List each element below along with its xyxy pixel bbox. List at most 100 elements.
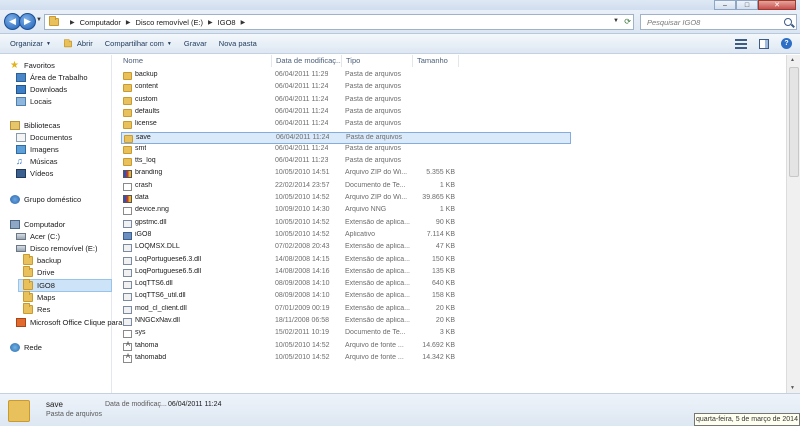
recent-pages-dropdown[interactable]: ▼ bbox=[36, 17, 42, 23]
file-row[interactable]: LoqTTS6_util.dll 08/09/2008 14:10 Extensão… bbox=[121, 291, 571, 303]
file-name: tts_loq bbox=[135, 157, 156, 165]
file-row[interactable]: LOQMSX.DLL 07/02/2008 20:43 Extensão de ap… bbox=[121, 242, 571, 254]
share-with-button[interactable]: Compartilhar com ▼ bbox=[99, 34, 178, 54]
file-row[interactable]: iGO8 10/05/2010 14:52 Aplicativo 7.114 KB bbox=[121, 230, 571, 242]
chevron-right-icon[interactable]: ▶ bbox=[241, 19, 246, 26]
file-row[interactable]: crash 22/02/2014 23:57 Documento de Te... 1… bbox=[121, 181, 571, 193]
chevron-down-icon[interactable]: ▼ bbox=[613, 18, 619, 24]
breadcrumb-drive-e[interactable]: Disco removível (E:) bbox=[136, 18, 204, 27]
search-input[interactable] bbox=[647, 17, 777, 27]
nav-folder-drive[interactable]: Drive bbox=[22, 266, 55, 277]
file-date: 06/04/2011 11:23 bbox=[275, 157, 329, 165]
file-row[interactable]: sys 15/02/2011 10:19 Documento de Te... 3 K… bbox=[121, 328, 571, 340]
nav-folder-maps[interactable]: Maps bbox=[22, 291, 55, 302]
nav-folder-backup[interactable]: backup bbox=[22, 254, 61, 265]
column-divider[interactable] bbox=[341, 55, 342, 67]
file-row[interactable]: custom 06/04/2011 11:24 Pasta de arquivos bbox=[121, 95, 571, 107]
file-row[interactable]: content 06/04/2011 11:24 Pasta de arquivos bbox=[121, 82, 571, 94]
chevron-right-icon[interactable]: ▶ bbox=[208, 19, 213, 26]
scroll-thumb[interactable] bbox=[789, 67, 799, 177]
file-row[interactable]: tts_loq 06/04/2011 11:23 Pasta de arquivos bbox=[121, 156, 571, 168]
nav-favorites[interactable]: ★ Favoritos bbox=[10, 61, 55, 71]
refresh-icon[interactable]: ⟳ bbox=[624, 17, 631, 26]
close-button[interactable]: ✕ bbox=[758, 0, 796, 10]
column-header-size[interactable]: Tamanho bbox=[417, 56, 448, 65]
file-size: 135 KB bbox=[432, 267, 455, 275]
chevron-right-icon[interactable]: ▶ bbox=[70, 19, 75, 26]
nav-folder-igo8[interactable]: IGO8 bbox=[18, 279, 112, 292]
file-row[interactable]: branding 10/05/2010 14:51 Arquivo ZIP do W… bbox=[121, 168, 571, 180]
nav-downloads[interactable]: Downloads bbox=[16, 85, 67, 94]
file-size: 5.355 KB bbox=[426, 169, 455, 177]
nav-drive-e[interactable]: Disco removível (E:) bbox=[16, 244, 98, 253]
file-row[interactable]: tahomabd 10/05/2010 14:52 Arquivo de fonte… bbox=[121, 353, 571, 365]
file-row[interactable]: data 10/05/2010 14:52 Arquivo ZIP do Wi...… bbox=[121, 193, 571, 205]
file-row[interactable]: backup 06/04/2011 11:29 Pasta de arquivos bbox=[121, 70, 571, 82]
file-row[interactable]: defaults 06/04/2011 11:24 Pasta de arquivo… bbox=[121, 107, 571, 119]
nav-computer[interactable]: Computador bbox=[10, 220, 65, 229]
burn-button[interactable]: Gravar bbox=[178, 34, 213, 54]
folder-icon bbox=[123, 158, 132, 167]
nav-drive-c[interactable]: Acer (C:) bbox=[16, 232, 60, 241]
file-row[interactable]: save 06/04/2011 11:24 Pasta de arquivos bbox=[121, 131, 571, 144]
search-icon[interactable] bbox=[784, 18, 792, 26]
file-date: 15/02/2011 10:19 bbox=[275, 329, 329, 337]
nav-folder-res[interactable]: Res bbox=[22, 303, 50, 314]
breadcrumb-computer[interactable]: Computador bbox=[80, 18, 121, 27]
scroll-down-icon[interactable]: ▼ bbox=[790, 385, 795, 391]
column-header-type[interactable]: Tipo bbox=[346, 56, 360, 65]
column-header-date[interactable]: Data de modificaç... bbox=[276, 56, 342, 65]
nav-office[interactable]: Microsoft Office Clique para bbox=[16, 318, 122, 327]
address-row: ◀ ▶ ▼ ▶ Computador ▶ Disco removível (E:… bbox=[0, 10, 800, 34]
organize-button[interactable]: Organizar ▼ bbox=[0, 34, 57, 54]
column-headers: Nome Data de modificaç... Tipo Tamanho bbox=[113, 55, 800, 68]
preview-pane-icon[interactable] bbox=[759, 38, 769, 49]
column-divider[interactable] bbox=[458, 55, 459, 67]
file-row[interactable]: LoqPortuguese6.5.dll 14/08/2008 14:16 Exte… bbox=[121, 267, 571, 279]
nav-images[interactable]: Imagens bbox=[16, 145, 59, 154]
breadcrumb-igo8[interactable]: IGO8 bbox=[218, 18, 236, 27]
file-size: 20 KB bbox=[435, 304, 455, 312]
chevron-right-icon[interactable]: ▶ bbox=[126, 19, 131, 26]
nav-libraries[interactable]: Bibliotecas bbox=[10, 121, 60, 130]
column-divider[interactable] bbox=[412, 55, 413, 67]
open-button[interactable]: Abrir bbox=[57, 34, 99, 54]
burn-label: Gravar bbox=[183, 39, 207, 48]
column-divider[interactable] bbox=[271, 55, 272, 67]
nav-music[interactable]: ♫ Músicas bbox=[16, 157, 58, 167]
forward-button[interactable]: ▶ bbox=[19, 13, 36, 30]
file-row[interactable]: mod_cl_client.dll 07/01/2009 00:19 Extensã… bbox=[121, 304, 571, 316]
column-header-name[interactable]: Nome bbox=[123, 56, 143, 65]
search-box[interactable] bbox=[640, 14, 797, 30]
file-row[interactable]: NNGCxNav.dll 18/11/2008 06:58 Extensão de … bbox=[121, 316, 571, 328]
file-row[interactable]: LoqPortuguese6.3.dll 14/08/2008 14:15 Exte… bbox=[121, 255, 571, 267]
scroll-up-icon[interactable]: ▲ bbox=[790, 57, 795, 63]
nav-recent-places[interactable]: Locais bbox=[16, 97, 52, 106]
nav-documents[interactable]: Documentos bbox=[16, 133, 72, 142]
title-bar: – □ ✕ bbox=[0, 0, 800, 10]
file-row[interactable]: LoqTTS6.dll 08/09/2008 14:10 Extensão de a… bbox=[121, 279, 571, 291]
nav-homegroup[interactable]: Grupo doméstico bbox=[10, 195, 81, 204]
file-size: 158 KB bbox=[432, 292, 455, 300]
folder-icon bbox=[23, 279, 33, 290]
nav-videos[interactable]: Vídeos bbox=[16, 169, 53, 178]
file-name: content bbox=[135, 83, 158, 91]
file-row[interactable]: gpstmc.dll 10/05/2010 14:52 Extensão de ap… bbox=[121, 218, 571, 230]
file-row[interactable]: tahoma 10/05/2010 14:52 Arquivo de fonte .… bbox=[121, 341, 571, 353]
view-options-icon[interactable] bbox=[735, 38, 747, 49]
new-folder-button[interactable]: Nova pasta bbox=[213, 34, 263, 54]
file-date: 06/04/2011 11:29 bbox=[275, 71, 329, 78]
maximize-button[interactable]: □ bbox=[736, 0, 758, 10]
file-row[interactable]: device.nng 10/09/2010 14:30 Arquivo NNG 1 K… bbox=[121, 205, 571, 217]
removable-drive-icon bbox=[16, 245, 26, 252]
minimize-button[interactable]: – bbox=[714, 0, 736, 10]
file-row[interactable]: smt 06/04/2011 11:24 Pasta de arquivos bbox=[121, 144, 571, 156]
help-icon[interactable]: ? bbox=[781, 38, 792, 49]
nav-network[interactable]: Rede bbox=[10, 343, 42, 352]
file-row[interactable]: license 06/04/2011 11:24 Pasta de arquivos bbox=[121, 119, 571, 131]
address-bar[interactable]: ▶ Computador ▶ Disco removível (E:) ▶ IG… bbox=[44, 14, 634, 30]
nav-desktop[interactable]: Área de Trabalho bbox=[16, 73, 88, 82]
vertical-scrollbar[interactable]: ▲ ▼ bbox=[786, 55, 800, 393]
file-name: tahomabd bbox=[135, 353, 167, 361]
file-date: 14/08/2008 14:16 bbox=[275, 267, 330, 275]
